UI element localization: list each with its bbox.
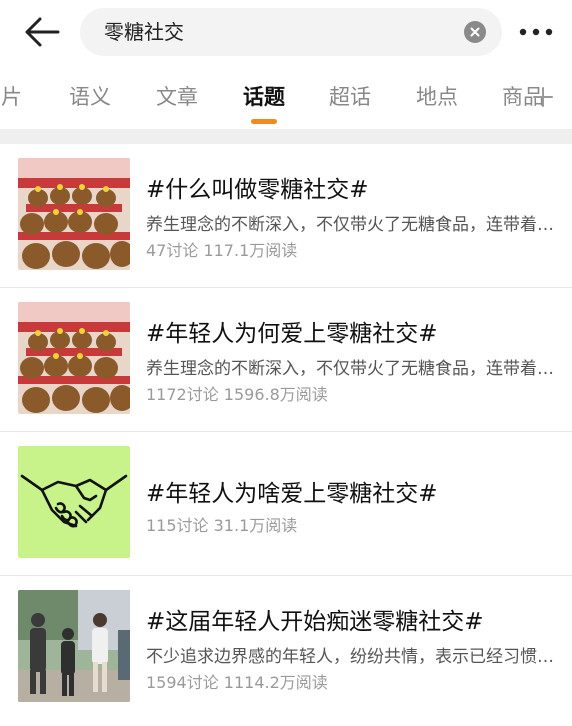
young-people-photo-thumbnail [18,590,130,702]
topic-stats: 47讨论 117.1万阅读 [146,241,298,260]
top-bar: 零糖社交 [0,0,572,64]
more-icon[interactable] [516,22,556,42]
active-tab-indicator [251,119,277,124]
topic-description: 养生理念的不断深入，不仅带火了无糖食品，连带着社交也开始“零糖”起来 [146,359,554,379]
topic-item[interactable]: #年轻人为何爱上零糖社交# 养生理念的不断深入，不仅带火了无糖食品，连带着社交也… [0,288,572,432]
search-box[interactable]: 零糖社交 [80,8,502,56]
topic-title: #年轻人为啥爱上零糖社交# [146,481,438,507]
tab-articles[interactable]: 文章 [156,66,198,128]
topic-title: #这届年轻人开始痴迷零糖社交# [146,609,484,635]
tab-semantic[interactable]: 语义 [69,66,111,128]
back-arrow-icon[interactable] [22,14,62,50]
topic-title: #什么叫做零糖社交# [146,177,369,203]
clear-icon[interactable] [464,21,486,43]
topic-stats: 1172讨论 1596.8万阅读 [146,385,328,404]
topic-stats: 115讨论 31.1万阅读 [146,516,298,535]
search-query[interactable]: 零糖社交 [104,8,184,56]
tab-super-topics[interactable]: 超话 [329,66,371,128]
topic-item[interactable]: #什么叫做零糖社交# 养生理念的不断深入，不仅带火了无糖食品，连带着社交也开始“… [0,144,572,288]
add-tab-icon[interactable] [532,86,554,108]
section-separator [0,129,572,144]
topic-description: 养生理念的不断深入，不仅带火了无糖食品，连带着社交也开始“零糖”起来 [146,215,554,235]
tab-places[interactable]: 地点 [416,66,458,128]
topic-item[interactable]: #这届年轻人开始痴迷零糖社交# 不少追求边界感的年轻人，纷纷共情，表示已经习惯这… [0,576,572,720]
capybara-plush-thumbnail [18,158,130,270]
topic-title: #年轻人为何爱上零糖社交# [146,321,438,347]
tab-bar: 图片 语义 文章 话题 超话 地点 商品 [0,66,572,128]
capybara-plush-thumbnail [18,302,130,414]
topic-item[interactable]: #年轻人为啥爱上零糖社交# 115讨论 31.1万阅读 [0,432,572,576]
handshake-thumbnail [18,446,130,558]
tab-images[interactable]: 图片 [0,66,22,128]
topic-description: 不少追求边界感的年轻人，纷纷共情，表示已经习惯这种社交方式 [146,647,554,667]
topic-stats: 1594讨论 1114.2万阅读 [146,673,328,692]
